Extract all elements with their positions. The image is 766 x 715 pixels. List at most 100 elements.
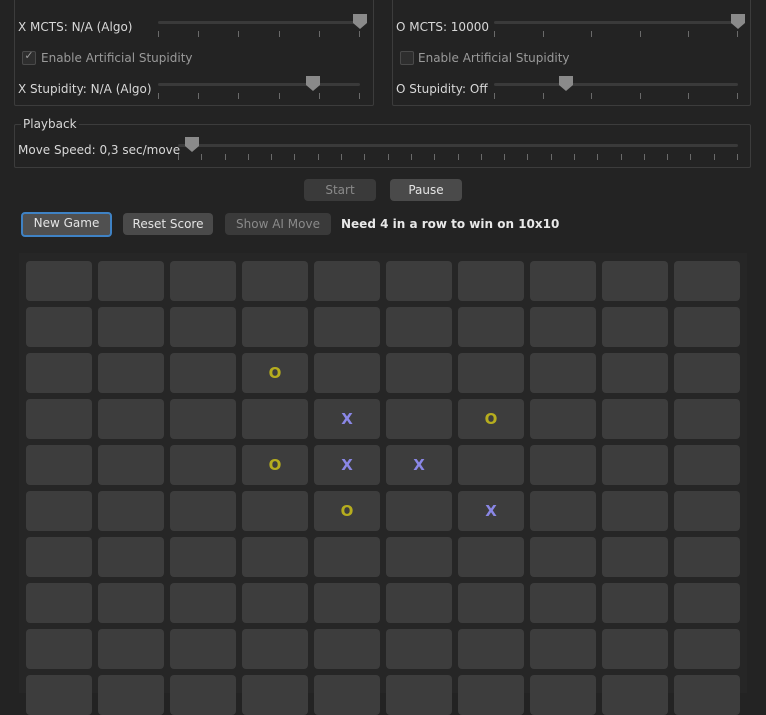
board-cell[interactable] bbox=[242, 583, 308, 623]
board-cell[interactable] bbox=[530, 629, 596, 669]
board-cell[interactable] bbox=[386, 629, 452, 669]
board-cell[interactable] bbox=[674, 491, 740, 531]
board-cell[interactable] bbox=[26, 583, 92, 623]
board-cell[interactable] bbox=[170, 261, 236, 301]
board-cell[interactable] bbox=[98, 537, 164, 577]
board-cell[interactable]: O bbox=[242, 353, 308, 393]
board-cell[interactable] bbox=[602, 445, 668, 485]
o-stupidity-checkbox[interactable]: ✓ bbox=[400, 51, 414, 65]
board-cell[interactable] bbox=[170, 491, 236, 531]
o-mcts-slider[interactable] bbox=[494, 14, 745, 37]
board-cell[interactable] bbox=[458, 537, 524, 577]
board-cell[interactable]: O bbox=[242, 445, 308, 485]
board-cell[interactable] bbox=[26, 491, 92, 531]
x-stupidity-checkbox[interactable]: ✓ bbox=[22, 49, 36, 65]
board-cell[interactable] bbox=[386, 353, 452, 393]
board-cell[interactable] bbox=[386, 675, 452, 715]
board-cell[interactable] bbox=[674, 675, 740, 715]
board-cell[interactable] bbox=[26, 675, 92, 715]
board-cell[interactable] bbox=[98, 445, 164, 485]
board-cell[interactable] bbox=[458, 583, 524, 623]
board-cell[interactable] bbox=[26, 445, 92, 485]
board-cell[interactable] bbox=[674, 307, 740, 347]
board-cell[interactable] bbox=[386, 491, 452, 531]
board-cell[interactable] bbox=[98, 307, 164, 347]
x-stupidity-slider[interactable] bbox=[158, 76, 360, 99]
board-cell[interactable] bbox=[98, 353, 164, 393]
board-cell[interactable] bbox=[602, 261, 668, 301]
board-cell[interactable] bbox=[530, 399, 596, 439]
board-cell[interactable] bbox=[314, 261, 380, 301]
board-cell[interactable] bbox=[26, 629, 92, 669]
board-cell[interactable] bbox=[26, 307, 92, 347]
board-cell[interactable] bbox=[170, 307, 236, 347]
board-cell[interactable] bbox=[602, 491, 668, 531]
board-cell[interactable] bbox=[314, 537, 380, 577]
board-cell[interactable] bbox=[314, 629, 380, 669]
board-cell[interactable] bbox=[170, 537, 236, 577]
board-cell[interactable] bbox=[530, 537, 596, 577]
board-cell[interactable] bbox=[602, 353, 668, 393]
board-cell[interactable] bbox=[602, 629, 668, 669]
board-cell[interactable] bbox=[458, 629, 524, 669]
board-cell[interactable] bbox=[170, 445, 236, 485]
board-cell[interactable] bbox=[26, 537, 92, 577]
board-cell[interactable] bbox=[98, 399, 164, 439]
pause-button[interactable]: Pause bbox=[390, 179, 462, 201]
board-cell[interactable] bbox=[602, 399, 668, 439]
board-cell[interactable] bbox=[98, 491, 164, 531]
board-cell[interactable] bbox=[242, 399, 308, 439]
board-cell[interactable] bbox=[530, 445, 596, 485]
board-cell[interactable] bbox=[242, 537, 308, 577]
board-cell[interactable] bbox=[602, 583, 668, 623]
board-cell[interactable] bbox=[530, 307, 596, 347]
board-cell[interactable] bbox=[458, 675, 524, 715]
board-cell[interactable] bbox=[674, 445, 740, 485]
board-cell[interactable] bbox=[674, 353, 740, 393]
board-cell[interactable] bbox=[98, 675, 164, 715]
board-cell[interactable] bbox=[530, 353, 596, 393]
board-cell[interactable] bbox=[602, 675, 668, 715]
o-stupidity-slider[interactable] bbox=[494, 76, 738, 99]
board-cell[interactable] bbox=[170, 675, 236, 715]
board-cell[interactable] bbox=[674, 629, 740, 669]
board-cell[interactable] bbox=[458, 307, 524, 347]
board-cell[interactable]: X bbox=[386, 445, 452, 485]
board-cell[interactable] bbox=[386, 399, 452, 439]
board-cell[interactable] bbox=[242, 675, 308, 715]
board-cell[interactable] bbox=[98, 629, 164, 669]
o-stupidity-checkbox-label[interactable]: Enable Artificial Stupidity bbox=[418, 51, 570, 65]
board-cell[interactable] bbox=[674, 399, 740, 439]
board-cell[interactable]: X bbox=[314, 399, 380, 439]
board-cell[interactable] bbox=[530, 261, 596, 301]
board-cell[interactable] bbox=[242, 629, 308, 669]
board-cell[interactable] bbox=[314, 583, 380, 623]
x-mcts-slider[interactable] bbox=[158, 14, 367, 37]
board-cell[interactable] bbox=[530, 583, 596, 623]
board-cell[interactable] bbox=[170, 353, 236, 393]
board-cell[interactable] bbox=[98, 583, 164, 623]
board-cell[interactable] bbox=[458, 445, 524, 485]
board-cell[interactable] bbox=[242, 307, 308, 347]
board-cell[interactable] bbox=[314, 307, 380, 347]
board-cell[interactable] bbox=[674, 261, 740, 301]
board-cell[interactable] bbox=[170, 399, 236, 439]
board-cell[interactable] bbox=[314, 353, 380, 393]
x-stupidity-checkbox-label[interactable]: Enable Artificial Stupidity bbox=[41, 51, 193, 65]
board-cell[interactable] bbox=[458, 353, 524, 393]
board-cell[interactable] bbox=[170, 583, 236, 623]
board-cell[interactable] bbox=[386, 537, 452, 577]
board-cell[interactable] bbox=[386, 261, 452, 301]
board-cell[interactable]: O bbox=[314, 491, 380, 531]
board-cell[interactable]: O bbox=[458, 399, 524, 439]
move-speed-slider[interactable] bbox=[178, 137, 738, 160]
board-cell[interactable] bbox=[386, 583, 452, 623]
board-cell[interactable] bbox=[26, 399, 92, 439]
board-cell[interactable] bbox=[602, 537, 668, 577]
board-cell[interactable] bbox=[530, 491, 596, 531]
board-cell[interactable] bbox=[314, 675, 380, 715]
show-ai-move-button[interactable]: Show AI Move bbox=[225, 213, 331, 235]
board-cell[interactable]: X bbox=[458, 491, 524, 531]
board-cell[interactable] bbox=[674, 537, 740, 577]
board-cell[interactable] bbox=[26, 353, 92, 393]
